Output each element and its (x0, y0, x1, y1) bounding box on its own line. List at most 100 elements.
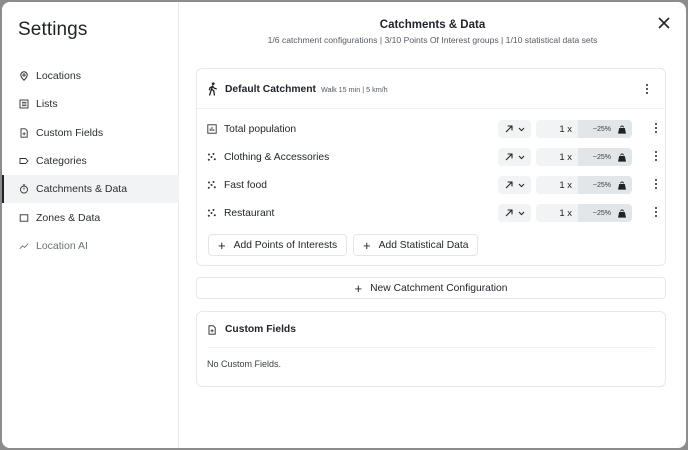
arrow-up-right-icon (505, 209, 513, 217)
data-row-fast-food: Fast food 1 x ~25% (207, 175, 658, 195)
sidebar-item-catchments-data[interactable]: Catchments & Data (2, 175, 179, 204)
custom-fields-card: Custom Fields No Custom Fields. (196, 311, 666, 387)
scatter-dots-icon (207, 180, 217, 190)
plus-icon: + (218, 237, 226, 253)
sidebar-item-label: Lists (36, 98, 58, 111)
multiplier-value[interactable]: 1 x (536, 120, 578, 138)
page-subtitle: 1/6 catchment configurations | 3/10 Poin… (267, 35, 598, 45)
percent-label: ~25% (592, 153, 611, 161)
custom-fields-title: Custom Fields (225, 324, 296, 335)
add-stat-label: Add Statistical Data (378, 239, 469, 251)
catchment-meta: Walk 15 min | 5 km/h (320, 84, 388, 94)
more-vertical-icon (654, 151, 658, 154)
sidebar-item-label: Locations (36, 70, 81, 83)
weight-percent: ~25% (578, 176, 632, 194)
sidebar-item-label: Custom Fields (36, 126, 104, 139)
multiplier-value[interactable]: 1 x (536, 148, 578, 166)
chevron-down-icon (518, 155, 525, 159)
row-label: Clothing & Accessories (224, 151, 330, 163)
add-poi-label: Add Points of Interests (233, 239, 338, 251)
sidebar-item-location-ai[interactable]: Location AI (2, 232, 179, 260)
trend-line-icon (19, 241, 29, 251)
divider (197, 108, 665, 109)
document-plus-icon (19, 128, 29, 138)
add-statistical-data-button[interactable]: + Add Statistical Data (353, 234, 479, 256)
sidebar: Settings Locations Lists Custom Fields C… (2, 2, 179, 448)
arrow-up-right-icon (505, 181, 513, 189)
scatter-dots-icon (207, 208, 217, 218)
catchment-card: Default Catchment Walk 15 min | 5 km/h T… (196, 68, 666, 266)
percent-label: ~25% (592, 209, 611, 217)
chevron-down-icon (518, 183, 525, 187)
add-poi-button[interactable]: + Add Points of Interests (208, 234, 348, 256)
divider (207, 347, 655, 348)
weight-control[interactable]: 1 x ~25% (536, 120, 632, 138)
square-icon (19, 213, 29, 223)
direction-dropdown[interactable] (498, 148, 531, 166)
sidebar-item-custom-fields[interactable]: Custom Fields (2, 119, 179, 147)
weight-icon (618, 153, 626, 162)
weight-control[interactable]: 1 x ~25% (536, 176, 632, 194)
direction-dropdown[interactable] (498, 120, 531, 138)
percent-label: ~25% (592, 125, 611, 133)
weight-control[interactable]: 1 x ~25% (536, 148, 632, 166)
settings-modal: Settings Locations Lists Custom Fields C… (2, 2, 686, 448)
data-row-total-population: Total population 1 x ~25% (207, 119, 658, 139)
sidebar-item-label: Categories (36, 155, 87, 168)
map-pin-icon (19, 71, 29, 82)
sidebar-item-categories[interactable]: Categories (2, 147, 179, 175)
walking-person-icon (207, 82, 218, 96)
direction-dropdown[interactable] (498, 176, 531, 194)
new-catchment-configuration-button[interactable]: + New Catchment Configuration (196, 277, 666, 299)
sidebar-item-label: Location AI (36, 239, 88, 252)
multiplier-value[interactable]: 1 x (536, 176, 578, 194)
page-title: Catchments & Data (379, 19, 486, 31)
sidebar-item-lists[interactable]: Lists (2, 90, 179, 118)
percent-label: ~25% (592, 181, 611, 189)
row-label: Total population (224, 123, 297, 135)
sidebar-item-label: Zones & Data (36, 211, 101, 224)
catchment-header: Default Catchment Walk 15 min | 5 km/h (207, 80, 655, 98)
more-vertical-icon (654, 207, 658, 210)
more-vertical-icon (654, 179, 658, 182)
row-label: Fast food (224, 179, 267, 191)
main-panel: Catchments & Data 1/6 catchment configur… (179, 2, 686, 448)
custom-fields-empty-text: No Custom Fields. (207, 359, 282, 369)
bar-chart-box-icon (207, 124, 217, 134)
direction-dropdown[interactable] (498, 204, 531, 222)
tag-icon (19, 156, 29, 166)
weight-percent: ~25% (578, 148, 632, 166)
chevron-down-icon (518, 211, 525, 215)
chevron-down-icon (518, 127, 525, 131)
weight-percent: ~25% (578, 120, 632, 138)
row-menu-button[interactable] (651, 206, 661, 218)
catchment-menu-button[interactable] (642, 83, 652, 95)
new-config-label: New Catchment Configuration (370, 282, 508, 294)
row-menu-button[interactable] (651, 178, 661, 190)
row-menu-button[interactable] (651, 150, 661, 162)
more-vertical-icon (645, 84, 649, 87)
arrow-up-right-icon (505, 125, 513, 133)
row-menu-button[interactable] (651, 122, 661, 134)
weight-icon (618, 125, 626, 134)
plus-icon: + (363, 237, 371, 253)
more-vertical-icon (654, 123, 658, 126)
sidebar-title: Settings (18, 19, 88, 40)
scatter-dots-icon (207, 152, 217, 162)
row-label: Restaurant (224, 207, 275, 219)
catchment-name: Default Catchment (225, 83, 316, 95)
data-row-restaurant: Restaurant 1 x ~25% (207, 203, 658, 223)
custom-fields-header: Custom Fields (207, 324, 296, 335)
weight-icon (618, 181, 626, 190)
sidebar-item-zones-data[interactable]: Zones & Data (2, 204, 179, 232)
multiplier-value[interactable]: 1 x (536, 204, 578, 222)
sidebar-item-label: Catchments & Data (36, 183, 128, 196)
data-row-clothing: Clothing & Accessories 1 x ~25% (207, 147, 658, 167)
weight-control[interactable]: 1 x ~25% (536, 204, 632, 222)
arrow-up-right-icon (505, 153, 513, 161)
sidebar-item-locations[interactable]: Locations (2, 62, 179, 90)
plus-icon: + (354, 280, 363, 296)
list-icon (19, 99, 29, 109)
weight-percent: ~25% (578, 204, 632, 222)
document-plus-icon (207, 324, 217, 335)
